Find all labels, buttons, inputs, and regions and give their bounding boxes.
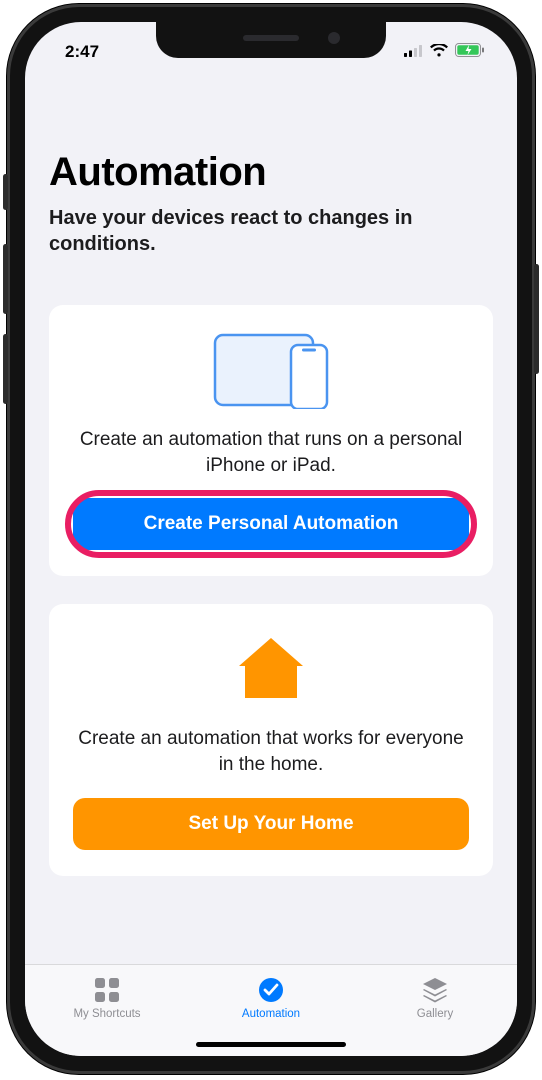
volume-up (3, 244, 8, 314)
highlight-annotation: Create Personal Automation (73, 498, 469, 550)
cellular-icon (404, 42, 423, 62)
tab-label: Gallery (417, 1008, 453, 1020)
wifi-icon (430, 42, 448, 62)
status-time: 2:47 (53, 42, 99, 62)
stack-icon (420, 975, 450, 1005)
phone-frame: 2:47 Automation Have your devices react … (7, 4, 535, 1074)
tab-label: Automation (242, 1008, 300, 1020)
tab-gallery[interactable]: Gallery (353, 975, 517, 1020)
tab-label: My Shortcuts (73, 1008, 140, 1020)
notch (156, 22, 386, 58)
setup-home-button[interactable]: Set Up Your Home (73, 798, 469, 850)
tab-my-shortcuts[interactable]: My Shortcuts (25, 975, 189, 1020)
create-personal-automation-button[interactable]: Create Personal Automation (73, 498, 469, 550)
screen: 2:47 Automation Have your devices react … (25, 22, 517, 1056)
personal-automation-card: Create an automation that runs on a pers… (49, 305, 493, 576)
tab-automation[interactable]: Automation (189, 975, 353, 1020)
home-icon (73, 628, 469, 710)
page-subtitle: Have your devices react to changes in co… (49, 205, 493, 257)
volume-down (3, 334, 8, 404)
automation-check-icon (256, 975, 286, 1005)
home-automation-card: Create an automation that works for ever… (49, 604, 493, 875)
grid-icon (92, 975, 122, 1005)
home-indicator[interactable] (196, 1042, 346, 1047)
battery-icon (455, 42, 485, 62)
home-card-description: Create an automation that works for ever… (73, 726, 469, 777)
power-button (534, 264, 539, 374)
devices-icon (73, 329, 469, 411)
personal-card-description: Create an automation that runs on a pers… (73, 427, 469, 478)
page-title: Automation (49, 150, 493, 195)
mute-switch (3, 174, 8, 210)
content-area: Automation Have your devices react to ch… (25, 90, 517, 964)
